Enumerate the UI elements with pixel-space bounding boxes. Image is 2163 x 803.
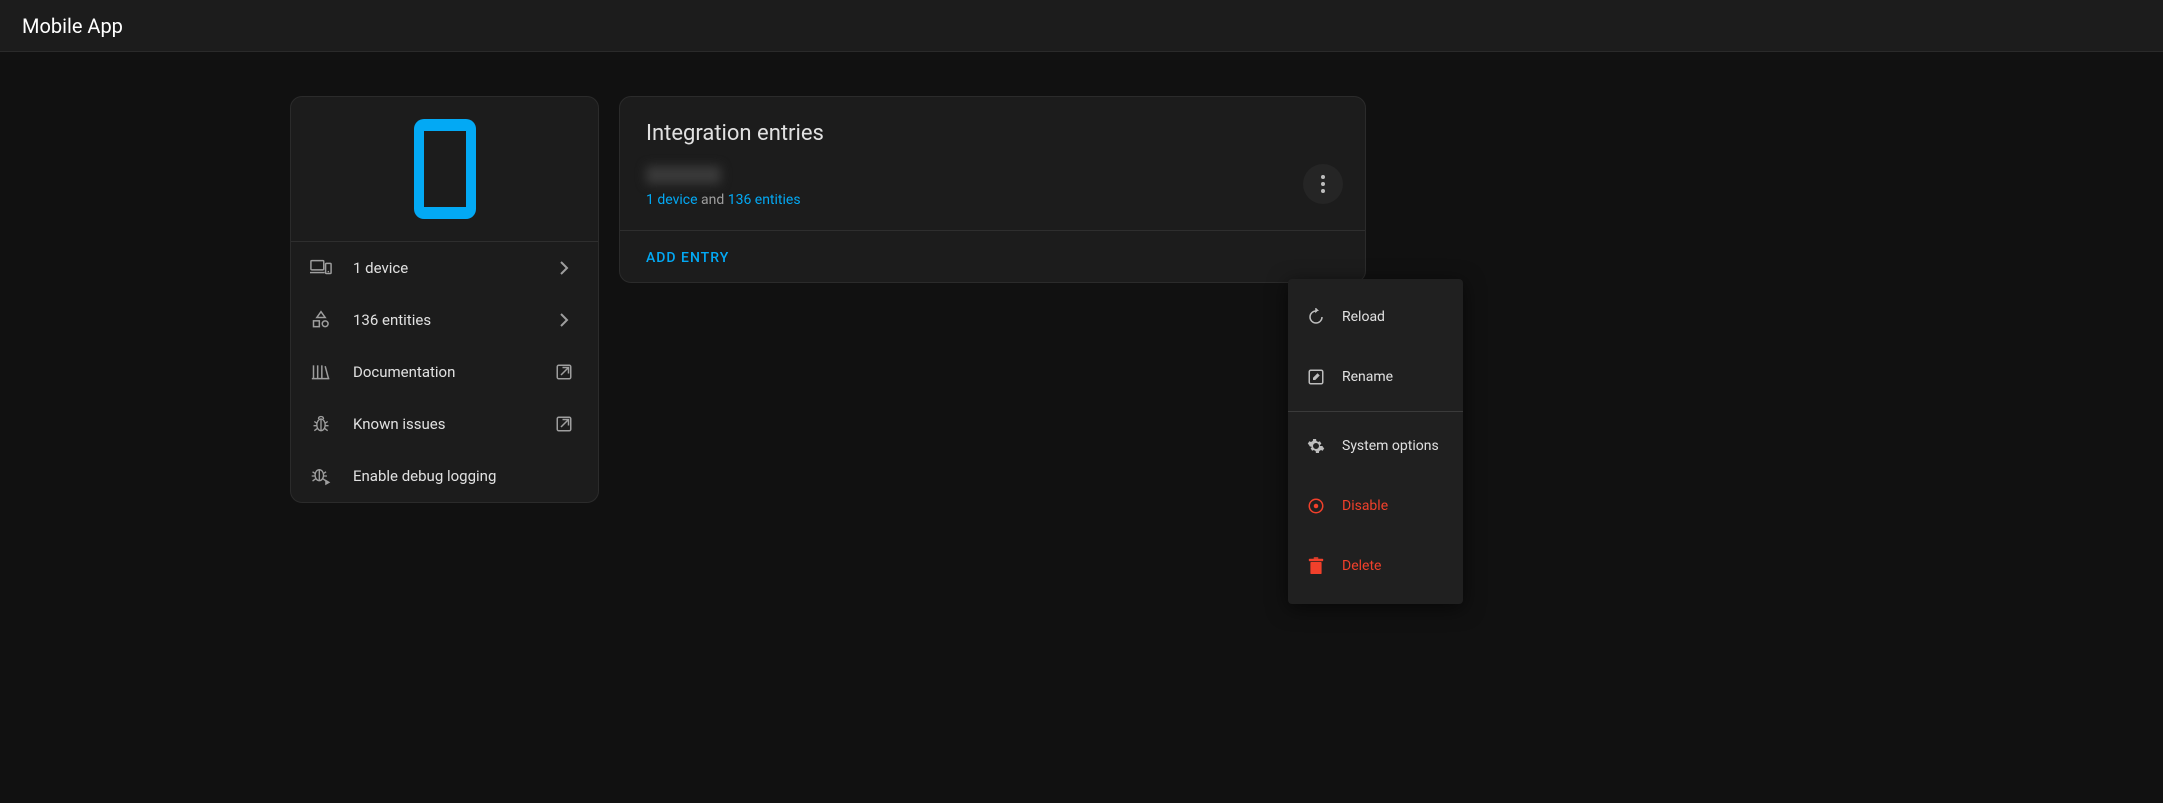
entry-devices-link[interactable]: 1 device xyxy=(646,192,698,208)
sidebar-item-devices[interactable]: 1 device xyxy=(291,242,598,294)
menu-item-system-options[interactable]: System options xyxy=(1288,416,1463,476)
devices-icon xyxy=(309,256,333,280)
add-entry-bar: ADD ENTRY xyxy=(620,230,1365,282)
app-header: Mobile App xyxy=(0,0,2163,52)
shapes-icon xyxy=(309,308,333,332)
phone-icon xyxy=(414,119,476,219)
chevron-right-icon xyxy=(552,308,576,332)
sidebar-item-known-issues[interactable]: Known issues xyxy=(291,398,598,450)
bug-play-icon xyxy=(309,464,333,488)
sidebar-item-documentation[interactable]: Documentation xyxy=(291,346,598,398)
chevron-right-icon xyxy=(552,256,576,280)
open-external-icon xyxy=(552,412,576,436)
bug-icon xyxy=(309,412,333,436)
dots-vertical-icon xyxy=(1321,175,1325,193)
menu-item-reload[interactable]: Reload xyxy=(1288,287,1463,347)
menu-item-disable[interactable]: Disable xyxy=(1288,476,1463,536)
entry-more-button[interactable] xyxy=(1303,164,1343,204)
menu-label: Delete xyxy=(1342,558,1381,574)
sidebar-item-label: 1 device xyxy=(353,259,552,277)
menu-label: System options xyxy=(1342,438,1439,454)
library-icon xyxy=(309,360,333,384)
trash-icon xyxy=(1306,556,1326,576)
integration-logo xyxy=(291,97,598,242)
open-external-icon xyxy=(552,360,576,384)
menu-divider xyxy=(1288,411,1463,412)
sidebar-item-label: 136 entities xyxy=(353,311,552,329)
menu-item-delete[interactable]: Delete xyxy=(1288,536,1463,596)
integration-entries-title: Integration entries xyxy=(620,97,1365,166)
page-title: Mobile App xyxy=(22,14,123,38)
menu-label: Disable xyxy=(1342,498,1388,514)
entry-entities-link[interactable]: 136 entities xyxy=(728,192,801,208)
menu-item-rename[interactable]: Rename xyxy=(1288,347,1463,407)
sidebar-item-entities[interactable]: 136 entities xyxy=(291,294,598,346)
content-area: 1 device 136 entities xyxy=(0,52,2163,503)
sidebar-item-debug-logging[interactable]: Enable debug logging xyxy=(291,450,598,502)
entry-subtext: 1 device and 136 entities xyxy=(646,192,1339,208)
sidebar-item-label: Documentation xyxy=(353,363,552,381)
entry-connector: and xyxy=(698,192,728,208)
add-entry-button[interactable]: ADD ENTRY xyxy=(646,250,729,266)
gear-icon xyxy=(1306,436,1326,456)
entry-name-redacted xyxy=(646,166,721,184)
sidebar-item-label: Enable debug logging xyxy=(353,467,576,485)
rename-icon xyxy=(1306,367,1326,387)
menu-label: Reload xyxy=(1342,309,1385,325)
integration-entries-card: Integration entries 1 device and 136 ent… xyxy=(619,96,1366,283)
reload-icon xyxy=(1306,307,1326,327)
stop-circle-icon xyxy=(1306,496,1326,516)
menu-label: Rename xyxy=(1342,369,1393,385)
sidebar-item-label: Known issues xyxy=(353,415,552,433)
integration-entry-row: 1 device and 136 entities xyxy=(620,166,1365,230)
entry-context-menu: Reload Rename System options xyxy=(1288,279,1463,604)
integration-sidebar-card: 1 device 136 entities xyxy=(290,96,599,503)
